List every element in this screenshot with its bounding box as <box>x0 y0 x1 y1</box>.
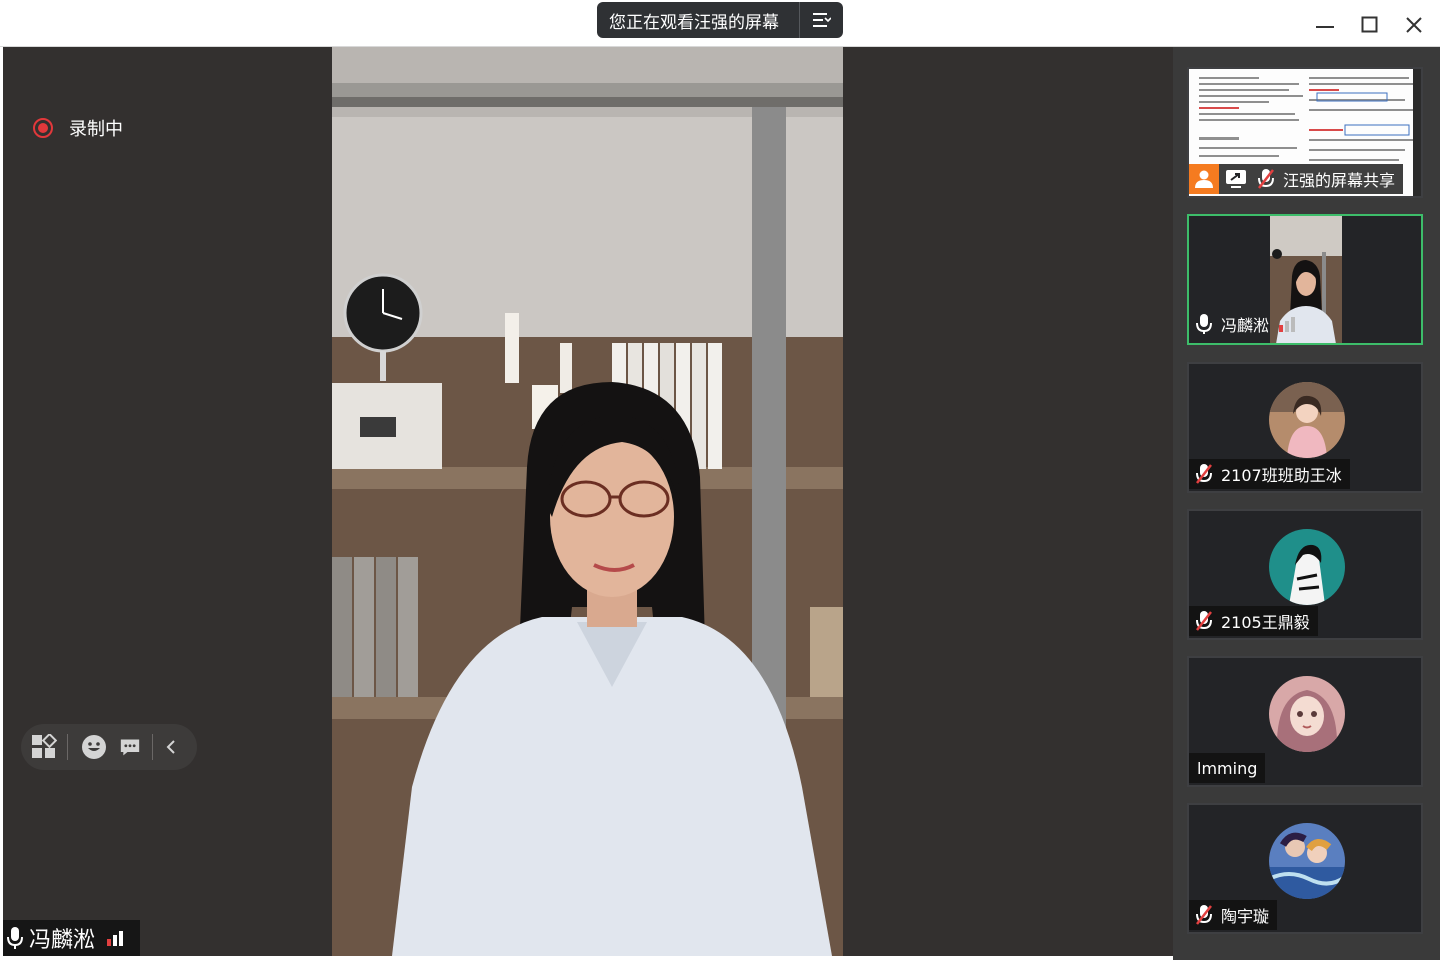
participant-name-tag: 汪强的屏幕共享 <box>1189 164 1404 194</box>
mic-muted-icon <box>1195 463 1213 485</box>
maximize-icon[interactable] <box>1356 10 1384 38</box>
participant-tile-active[interactable]: 冯麟淞 <box>1187 214 1423 345</box>
mic-muted-icon <box>1195 904 1213 926</box>
mic-icon <box>1195 313 1213 335</box>
mic-icon <box>7 926 23 950</box>
recording-indicator: 录制中 <box>33 115 123 141</box>
collapse-icon[interactable] <box>153 724 189 770</box>
minimize-icon[interactable] <box>1311 10 1339 38</box>
recording-label: 录制中 <box>69 119 123 140</box>
participant-name: lmming <box>1197 758 1258 778</box>
speaker-name-tag: 冯麟淞 <box>3 920 140 956</box>
participant-name-tag: 2107班班助王冰 <box>1189 459 1350 489</box>
signal-icon <box>1277 315 1297 333</box>
participant-tile[interactable]: 2105王鼎毅 <box>1187 509 1423 640</box>
participant-name: 2107班班助王冰 <box>1221 466 1342 485</box>
screen-share-icon <box>1225 169 1247 189</box>
participant-name: 陶宇璇 <box>1221 907 1270 926</box>
avatar <box>1269 529 1345 605</box>
participant-name-tag: lmming <box>1189 753 1266 783</box>
participant-tile-screen-share[interactable]: 汪强的屏幕共享 <box>1187 67 1423 198</box>
title-bar: 您正在观看汪强的屏幕 <box>0 0 1440 47</box>
participant-tile[interactable]: 陶宇璇 <box>1187 803 1423 934</box>
participant-name: 汪强的屏幕共享 <box>1283 171 1396 190</box>
mic-muted-icon <box>1195 610 1213 632</box>
participant-sidebar: 汪强的屏幕共享 冯麟淞 2107班班助王冰 2105王鼎毅 lmming 陶宇璇 <box>1173 47 1440 960</box>
avatar <box>1269 676 1345 752</box>
avatar <box>1269 382 1345 458</box>
close-icon[interactable] <box>1400 10 1428 38</box>
layout-icon[interactable] <box>21 724 67 770</box>
participant-tile[interactable]: 2107班班助王冰 <box>1187 362 1423 493</box>
participant-name-tag: 2105王鼎毅 <box>1189 606 1318 636</box>
participant-name: 冯麟淞 <box>1221 316 1270 335</box>
participant-tile[interactable]: lmming <box>1187 656 1423 787</box>
avatar <box>1269 823 1345 899</box>
list-menu-icon[interactable] <box>800 11 842 29</box>
emoji-icon[interactable] <box>68 724 120 770</box>
mic-muted-icon <box>1257 168 1275 190</box>
person-icon <box>1189 164 1219 194</box>
chat-icon[interactable] <box>120 724 140 770</box>
floating-toolbar <box>21 724 197 770</box>
speaker-name: 冯麟淞 <box>29 928 96 953</box>
participant-name: 2105王鼎毅 <box>1221 613 1310 632</box>
participant-name-tag: 冯麟淞 <box>1189 309 1305 339</box>
participant-name-tag: 陶宇璇 <box>1189 900 1278 930</box>
speaker-video[interactable] <box>332 47 843 956</box>
signal-icon <box>105 929 127 947</box>
share-banner-text: 您正在观看汪强的屏幕 <box>609 12 779 33</box>
screen-share-banner[interactable]: 您正在观看汪强的屏幕 <box>597 2 843 38</box>
main-stage: 录制中 冯麟淞 <box>3 47 1173 956</box>
recording-icon <box>33 118 53 138</box>
